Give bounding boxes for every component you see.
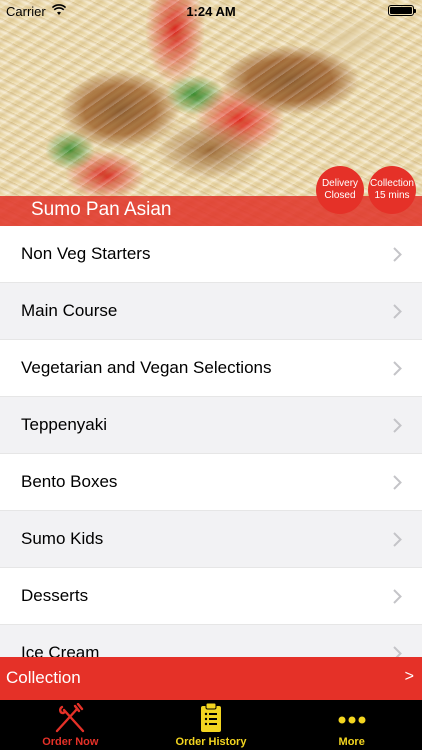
delivery-status-badge: Delivery Closed [316, 166, 364, 214]
fork-knife-icon [56, 703, 85, 733]
menu-item-desserts[interactable]: Desserts [0, 568, 422, 625]
chevron-right-icon [393, 532, 402, 547]
menu-item-bento-boxes[interactable]: Bento Boxes [0, 454, 422, 511]
tab-order-history[interactable]: Order History [141, 700, 282, 750]
status-bar: Carrier 1:24 AM [0, 0, 422, 22]
menu-item-label: Non Veg Starters [21, 244, 151, 263]
chevron-right-icon [393, 646, 402, 657]
menu-item-vegetarian-vegan[interactable]: Vegetarian and Vegan Selections [0, 340, 422, 397]
menu-item-label: Desserts [21, 586, 89, 605]
chevron-right-icon [393, 589, 402, 604]
menu-item-label: Ice Cream [21, 643, 100, 657]
chevron-right-icon [393, 304, 402, 319]
menu-item-label: Bento Boxes [21, 472, 118, 491]
collection-status-badge: Collection 15 mins [368, 166, 416, 214]
chevron-right-icon [393, 247, 402, 262]
restaurant-name: Sumo Pan Asian [31, 199, 172, 220]
battery-icon [388, 5, 416, 16]
collection-status-title: Collection [370, 178, 414, 189]
tab-more[interactable]: More [281, 700, 422, 750]
menu-item-label: Main Course [21, 301, 118, 320]
menu-item-label: Teppenyaki [21, 415, 108, 434]
tab-order-now[interactable]: Order Now [0, 700, 141, 750]
menu-item-main-course[interactable]: Main Course [0, 283, 422, 340]
chevron-right-icon [393, 418, 402, 433]
tab-bar: Order Now Order History More [0, 700, 422, 750]
menu-category-list[interactable]: Non Veg Starters Main Course Vegetarian … [0, 226, 422, 657]
delivery-status-title: Delivery [321, 178, 359, 189]
collection-arrow: > [404, 668, 414, 685]
menu-item-sumo-kids[interactable]: Sumo Kids [0, 511, 422, 568]
collection-bar[interactable]: Collection > [0, 657, 422, 700]
chevron-right-icon [393, 475, 402, 490]
tab-label: Order Now [42, 736, 99, 748]
more-dots-icon [338, 716, 366, 724]
menu-item-teppenyaki[interactable]: Teppenyaki [0, 397, 422, 454]
collection-status-value: 15 mins [374, 190, 410, 201]
delivery-status-value: Closed [324, 190, 356, 201]
menu-item-ice-cream[interactable]: Ice Cream [0, 625, 422, 657]
tab-label: More [338, 736, 365, 748]
collection-label: Collection [6, 668, 81, 687]
clock: 1:24 AM [186, 4, 236, 19]
clipboard-list-icon [201, 703, 221, 732]
menu-item-label: Sumo Kids [21, 529, 104, 548]
menu-item-label: Vegetarian and Vegan Selections [21, 358, 272, 377]
tab-label: Order History [175, 736, 247, 748]
menu-item-non-veg-starters[interactable]: Non Veg Starters [0, 226, 422, 283]
chevron-right-icon [393, 361, 402, 376]
